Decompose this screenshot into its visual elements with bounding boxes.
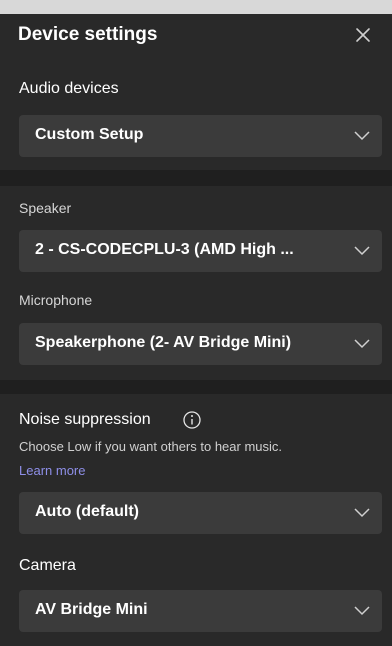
learn-more-link[interactable]: Learn more: [19, 463, 85, 478]
section-separator: [0, 380, 392, 394]
camera-dropdown[interactable]: AV Bridge Mini: [19, 590, 382, 632]
audio-devices-label: Audio devices: [19, 80, 119, 97]
chevron-down-icon: [354, 131, 370, 141]
noise-suppression-hint: Choose Low if you want others to hear mu…: [19, 439, 283, 454]
noise-suppression-dropdown[interactable]: Auto (default): [19, 492, 382, 534]
speaker-value: 2 - CS-CODECPLU-3 (AMD High ...: [35, 241, 294, 258]
microphone-label: Microphone: [19, 292, 93, 308]
audio-devices-dropdown[interactable]: Custom Setup: [19, 115, 382, 157]
info-icon[interactable]: [182, 410, 202, 430]
speaker-label: Speaker: [19, 200, 72, 216]
section-separator: [0, 170, 392, 186]
camera-value: AV Bridge Mini: [35, 601, 148, 618]
speaker-dropdown[interactable]: 2 - CS-CODECPLU-3 (AMD High ...: [19, 230, 382, 272]
chevron-down-icon: [354, 339, 370, 349]
microphone-dropdown[interactable]: Speakerphone (2- AV Bridge Mini): [19, 323, 382, 365]
microphone-value: Speakerphone (2- AV Bridge Mini): [35, 334, 292, 351]
camera-label: Camera: [19, 557, 76, 574]
audio-devices-value: Custom Setup: [35, 126, 144, 143]
top-edge-strip: [0, 0, 392, 14]
close-icon: [356, 28, 370, 42]
device-settings-panel: Device settings Audio devices Custom Set…: [0, 0, 392, 646]
close-button[interactable]: [350, 22, 376, 48]
chevron-down-icon: [354, 246, 370, 256]
chevron-down-icon: [354, 508, 370, 518]
panel-title: Device settings: [18, 24, 158, 45]
noise-suppression-value: Auto (default): [35, 503, 139, 520]
chevron-down-icon: [354, 606, 370, 616]
noise-suppression-label: Noise suppression: [19, 411, 151, 428]
